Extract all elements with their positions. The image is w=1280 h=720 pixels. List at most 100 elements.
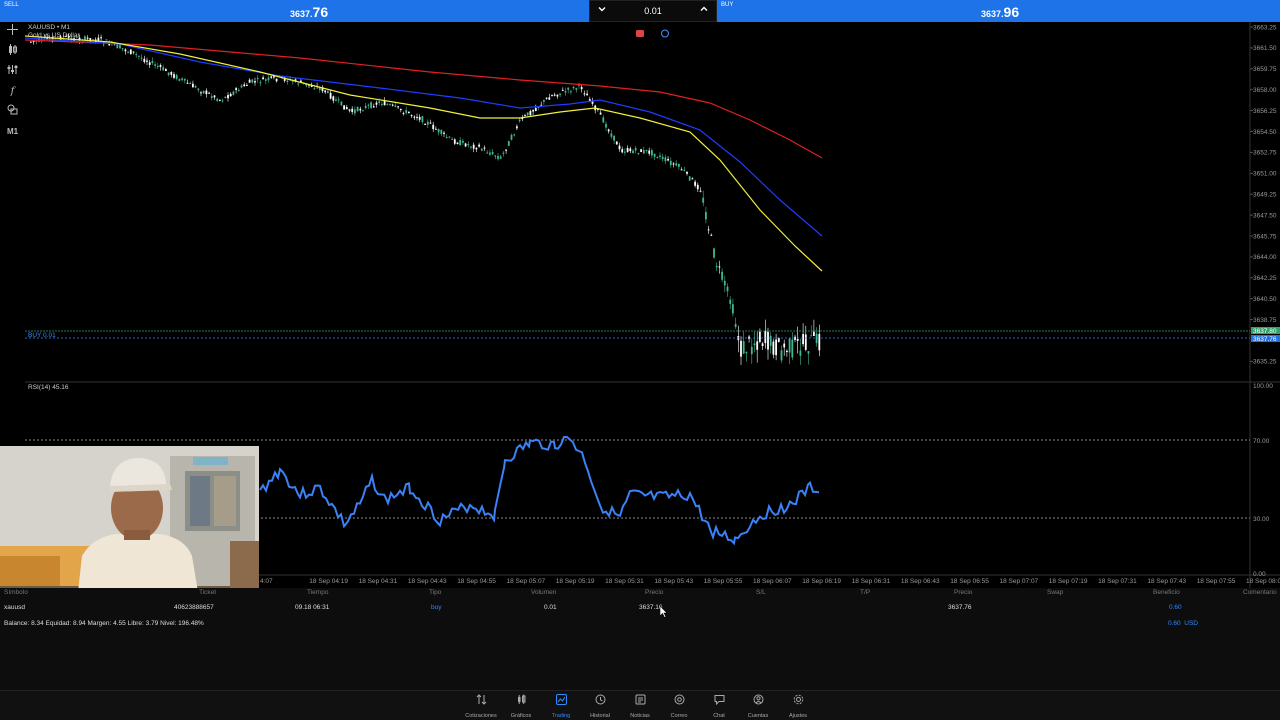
candle-body <box>84 36 86 40</box>
ma-mid-line <box>24 37 823 237</box>
position-label: BUY 0.01 <box>28 332 56 339</box>
col-header-sl[interactable]: S/L <box>756 589 766 596</box>
time-tick-label: 18 Sep 07:31 <box>1098 578 1137 585</box>
price-tick-label: 3651.00 <box>1253 171 1277 178</box>
rsi-line <box>259 436 820 546</box>
price-tick-label: 3638.75 <box>1253 317 1277 324</box>
clock-icon <box>661 29 669 38</box>
col-header-volume[interactable]: Volumen <box>531 589 556 596</box>
candle-body <box>440 129 443 134</box>
price-tick-label: 3658.00 <box>1253 87 1277 94</box>
candle-body <box>534 107 537 111</box>
news-icon <box>620 694 660 706</box>
col-header-ticket[interactable]: Ticket <box>199 589 216 596</box>
time-tick-label: 18 Sep 04:43 <box>408 578 447 585</box>
candle-body <box>197 88 200 91</box>
nav-label: Noticias <box>630 713 650 719</box>
candle-body <box>640 149 642 152</box>
candle-body <box>443 132 445 134</box>
candle-body <box>629 148 632 152</box>
candle-body <box>100 37 102 39</box>
webcam-overlay <box>0 446 259 592</box>
candle-body <box>246 84 248 86</box>
candle-body <box>286 80 289 82</box>
nav-label: Cuentas <box>747 713 769 719</box>
candle-body <box>769 335 772 346</box>
col-header-swap[interactable]: Swap <box>1047 589 1063 596</box>
nav-trading[interactable]: Trading <box>541 694 581 719</box>
trade-icons <box>636 29 669 38</box>
candle-body <box>119 45 121 49</box>
price-tick-label: 3647.50 <box>1253 212 1277 219</box>
nav-chat[interactable]: Chat <box>699 694 739 719</box>
candle-body <box>235 88 237 90</box>
candle-body <box>394 105 397 107</box>
candle-body <box>232 91 235 95</box>
candle-body <box>386 104 389 106</box>
candle-body <box>116 44 119 49</box>
candle-body <box>661 156 664 160</box>
candle-body <box>251 79 254 83</box>
cell-open-price: 3637.16 <box>639 604 663 611</box>
candle-body <box>648 150 651 154</box>
candle-body <box>710 234 713 236</box>
nav-settings[interactable]: Ajustes <box>778 694 818 719</box>
settings-icon <box>778 694 818 706</box>
col-header-current-price[interactable]: Precio <box>954 589 972 596</box>
price-tick-label: 3640.50 <box>1253 296 1277 303</box>
candle-body <box>678 163 680 167</box>
candle-body <box>478 144 480 147</box>
nav-mail[interactable]: Correo <box>659 694 699 719</box>
col-header-tp[interactable]: T/P <box>860 589 870 596</box>
col-header-time[interactable]: Tiempo <box>307 589 328 596</box>
candle-body <box>229 93 232 97</box>
nav-quotes[interactable]: Cotizaciones <box>461 694 501 719</box>
candle-body <box>507 141 510 146</box>
candle-body <box>694 181 696 186</box>
candle-body <box>408 111 410 114</box>
candle-body <box>599 112 602 115</box>
nav-charts[interactable]: Gráficos <box>501 694 541 719</box>
price-tick-label: 3642.25 <box>1253 275 1277 282</box>
candle-body <box>148 62 151 65</box>
candle-body <box>486 152 489 154</box>
nav-label: Ajustes <box>788 713 808 719</box>
candle-body <box>273 76 275 78</box>
candle-body <box>786 350 788 353</box>
candle-body <box>262 77 264 80</box>
candle-body <box>243 84 246 87</box>
nav-accounts[interactable]: Cuentas <box>738 694 778 719</box>
candle-body <box>664 157 667 162</box>
candle-body <box>159 65 162 68</box>
candle-body <box>516 126 518 129</box>
candle-body <box>362 110 364 112</box>
nav-news[interactable]: Noticias <box>620 694 660 719</box>
candle-body <box>329 92 332 99</box>
nav-history[interactable]: Historial <box>580 694 620 719</box>
candle-body <box>467 144 470 146</box>
candle-body <box>270 76 273 78</box>
candle-body <box>567 87 570 90</box>
candle-body <box>237 89 240 92</box>
candle-body <box>178 78 181 81</box>
col-header-type[interactable]: Tipo <box>429 589 441 596</box>
candle-body <box>227 95 229 99</box>
candle-body <box>175 75 178 79</box>
presenter-video <box>0 446 259 592</box>
candle-body <box>483 147 486 149</box>
rsi-tick-label: 30.00 <box>1253 516 1270 523</box>
col-header-profit[interactable]: Beneficio <box>1153 589 1180 596</box>
candle-body <box>221 100 224 102</box>
col-header-symbol[interactable]: Símbolo <box>4 589 28 596</box>
candle-body <box>154 64 156 66</box>
candle-body <box>726 286 729 292</box>
candle-body <box>375 102 378 105</box>
col-header-price[interactable]: Precio <box>645 589 663 596</box>
candle-body <box>451 138 453 140</box>
col-header-comment[interactable]: Comentario <box>1243 589 1277 596</box>
candle-body <box>418 116 421 120</box>
cell-symbol: xauusd <box>4 604 25 611</box>
candle-body <box>456 142 459 145</box>
candle-body <box>553 94 556 96</box>
candle-body <box>432 124 435 130</box>
